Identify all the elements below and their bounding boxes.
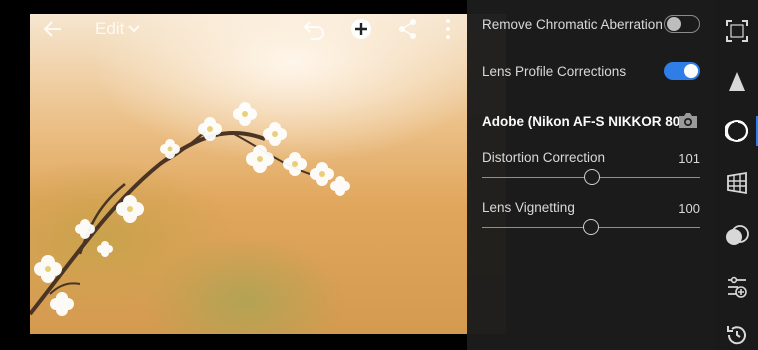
lens-profile-corrections-toggle[interactable]	[664, 62, 700, 80]
toggle-knob	[667, 16, 681, 31]
distortion-slider-thumb[interactable]	[584, 169, 600, 185]
geometry-icon[interactable]	[725, 171, 749, 195]
blossom-photo	[30, 102, 350, 316]
edit-mode-dropdown[interactable]: Edit	[95, 19, 141, 39]
add-icon[interactable]	[350, 18, 372, 40]
crop-icon[interactable]	[725, 19, 749, 43]
chromatic-aberration-toggle[interactable]	[664, 15, 700, 33]
history-icon[interactable]	[725, 323, 749, 347]
distortion-correction-label: Distortion Correction	[482, 150, 606, 165]
light-icon[interactable]	[725, 70, 749, 94]
blend-icon[interactable]	[725, 224, 749, 248]
tool-rail	[715, 0, 758, 350]
lens-profile-corrections-label: Lens Profile Corrections	[482, 64, 627, 79]
back-arrow-icon[interactable]	[42, 18, 64, 40]
distortion-correction-value: 101	[678, 151, 700, 166]
share-icon[interactable]	[398, 18, 418, 40]
edit-mode-label: Edit	[95, 19, 125, 38]
lens-profile-selector[interactable]: Adobe (Nikon AF-S NIKKOR 80-...	[482, 114, 696, 129]
chevron-down-icon	[128, 25, 141, 33]
photo-canvas[interactable]	[30, 14, 506, 334]
chromatic-aberration-label: Remove Chromatic Aberration	[482, 17, 663, 32]
camera-icon[interactable]	[677, 112, 699, 129]
lens-vignetting-value: 100	[678, 201, 700, 216]
more-options-icon[interactable]	[442, 18, 454, 40]
undo-icon[interactable]	[302, 18, 326, 40]
lens-vignetting-label: Lens Vignetting	[482, 200, 575, 215]
toggle-knob	[684, 64, 698, 78]
presets-icon[interactable]	[725, 275, 749, 299]
optics-panel: Remove Chromatic Aberration Lens Profile…	[467, 0, 715, 350]
top-toolbar: Edit	[30, 14, 506, 44]
vignetting-slider-thumb[interactable]	[583, 219, 599, 235]
optics-icon[interactable]	[725, 119, 749, 143]
